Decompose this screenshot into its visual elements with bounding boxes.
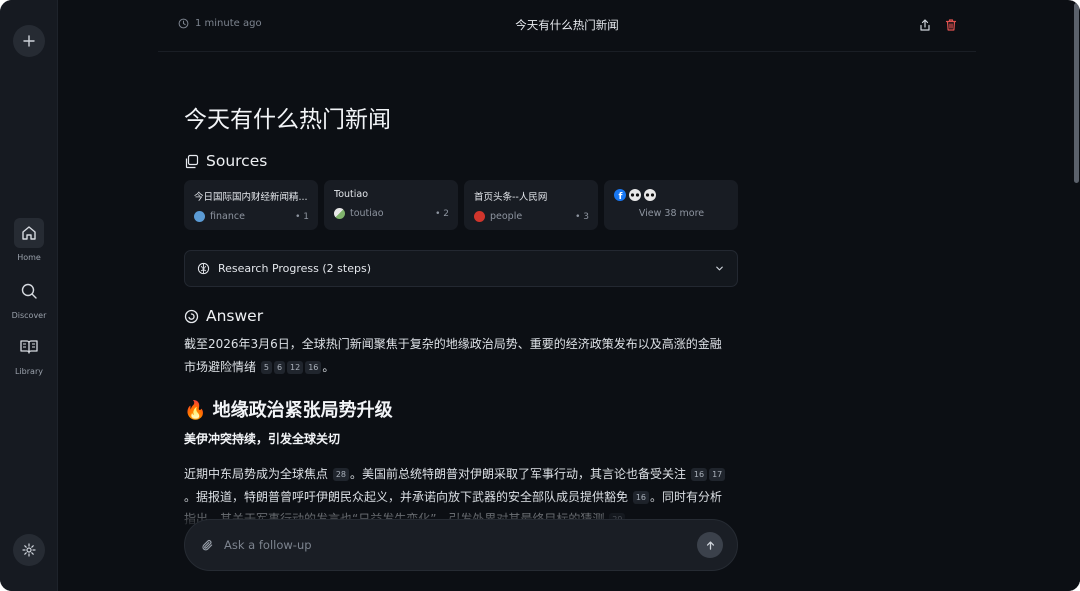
scrollbar[interactable] <box>1072 0 1080 591</box>
facebook-icon: f <box>614 189 626 201</box>
sidebar: Home Discover Library <box>0 0 58 591</box>
source-site: people <box>490 211 523 222</box>
home-icon <box>22 226 36 240</box>
brain-icon <box>197 262 210 275</box>
share-button[interactable] <box>918 17 932 36</box>
view-more-sources[interactable]: f View 38 more <box>604 180 738 230</box>
source-card[interactable]: 首页头条--人民网 people • 3 <box>464 180 598 230</box>
answer-intro: 截至2026年3月6日，全球热门新闻聚焦于复杂的地缘政治局势、重要的经济政策发布… <box>184 337 722 374</box>
new-thread-button[interactable] <box>13 25 45 57</box>
source-index: • 2 <box>435 208 449 219</box>
sources-label: Sources <box>206 152 268 170</box>
citation-chip[interactable]: 16 <box>690 468 708 481</box>
favicon-icon <box>629 189 641 201</box>
favicon-icon <box>194 211 205 222</box>
source-title: 首页头条--人民网 <box>474 192 548 203</box>
view-more-label: View 38 more <box>638 208 705 219</box>
share-icon <box>920 19 930 31</box>
sidebar-item-label: Library <box>15 367 43 376</box>
scrollbar-thumb[interactable] <box>1074 3 1079 183</box>
thread-title: 今天有什么热门新闻 <box>515 18 619 32</box>
gear-icon <box>22 543 36 557</box>
research-progress-label: Research Progress (2 steps) <box>218 262 371 275</box>
sidebar-item-label: Home <box>17 253 41 262</box>
source-index: • 3 <box>575 211 589 222</box>
copy-icon <box>185 154 199 168</box>
main-panel: 1 minute ago 今天有什么热门新闻 今天有什么热门新闻 Sources <box>58 0 1080 591</box>
answer-icon <box>184 309 199 323</box>
settings-button[interactable] <box>13 534 45 566</box>
source-card[interactable]: Toutiao toutiao • 2 <box>324 180 458 230</box>
citation-chip[interactable]: 6 <box>273 360 286 374</box>
svg-text:f: f <box>619 192 623 201</box>
subsection-heading: 美伊冲突持续，引发全球关切 <box>184 432 341 446</box>
book-icon <box>20 340 38 354</box>
section-heading: 🔥 地缘政治紧张局势升级 <box>184 400 393 421</box>
citation-chip[interactable]: 16 <box>305 360 322 374</box>
citation-chip[interactable]: 5 <box>260 360 272 374</box>
plus-icon <box>23 35 35 47</box>
favicon-icon <box>334 208 345 219</box>
app-window: Home Discover Library 1 minute ago 今天有什么… <box>0 0 1080 591</box>
favicon-icon <box>474 211 485 222</box>
search-icon <box>21 283 37 299</box>
arrow-up-icon <box>706 540 714 550</box>
thread-header: 1 minute ago 今天有什么热门新闻 <box>158 0 976 52</box>
delete-button[interactable] <box>944 17 958 36</box>
sidebar-item-home[interactable]: Home <box>0 218 58 262</box>
chevron-down-icon <box>716 266 723 271</box>
sources-list: 今日国际国内财经新闻精... finance • 1 Toutiao touti… <box>184 180 738 230</box>
citation-chip[interactable]: 12 <box>287 360 304 374</box>
favicon-icon <box>644 189 656 201</box>
sources-heading: Sources <box>184 152 267 170</box>
source-card[interactable]: 今日国际国内财经新闻精... finance • 1 <box>184 180 318 230</box>
paperclip-icon[interactable] <box>201 539 214 552</box>
send-button[interactable] <box>697 532 723 558</box>
answer-heading: Answer <box>184 307 263 325</box>
sidebar-item-discover[interactable]: Discover <box>0 276 58 320</box>
follow-up-input[interactable] <box>224 538 697 552</box>
source-title: 今日国际国内财经新闻精... <box>194 192 308 203</box>
answer-label: Answer <box>206 307 264 325</box>
citation-chip[interactable]: 28 <box>332 468 350 481</box>
citation-chip[interactable]: 17 <box>709 468 726 481</box>
page-title: 今天有什么热门新闻 <box>184 107 391 133</box>
follow-up-bar <box>184 519 738 571</box>
research-progress-toggle[interactable]: Research Progress (2 steps) <box>184 250 738 287</box>
source-site: toutiao <box>350 208 384 219</box>
sidebar-item-label: Discover <box>11 311 47 320</box>
source-title: Toutiao <box>334 189 369 200</box>
trash-icon <box>945 19 957 31</box>
source-index: • 1 <box>295 211 309 222</box>
sidebar-item-library[interactable]: Library <box>0 332 58 376</box>
source-site: finance <box>210 211 245 222</box>
